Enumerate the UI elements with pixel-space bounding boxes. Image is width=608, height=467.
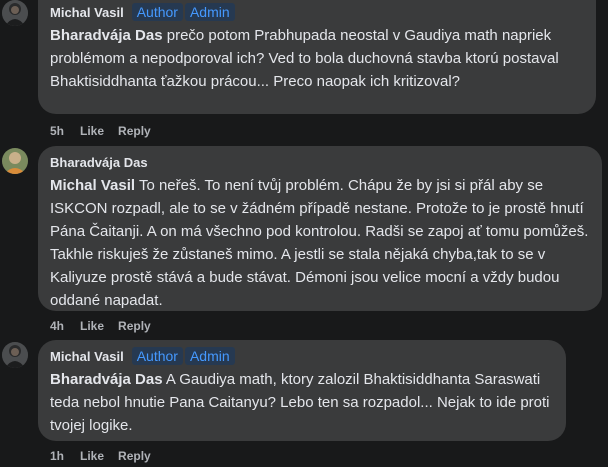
reply-button[interactable]: Reply [118,319,151,333]
admin-badge: Admin [184,3,235,21]
mention-link[interactable]: Bharadvája Das [50,27,163,44]
comment-bubble: Bharadvája Das Michal Vasil To neřeš. To… [38,146,602,311]
comment-thread: Michal Vasil Author Admin Bharadvája Das… [0,0,608,467]
timestamp[interactable]: 1h [50,449,64,463]
author-badge: Author [131,3,183,21]
mention-link[interactable]: Bharadvája Das [50,371,163,388]
author-badge: Author [131,347,183,365]
comment-body: To neřeš. To není tvůj problém. Chápu že… [50,177,589,309]
comment-actions: 4h Like Reply [50,318,165,334]
like-button[interactable]: Like [80,319,104,333]
comment-text: Bharadvája Das A Gaudiya math, ktory zal… [50,368,554,437]
author-name[interactable]: Michal Vasil [50,349,124,364]
comment-text: Michal Vasil To neřeš. To není tvůj prob… [50,174,590,312]
timestamp[interactable]: 4h [50,319,64,333]
author-name[interactable]: Bharadvája Das [50,155,148,170]
timestamp[interactable]: 5h [50,124,64,138]
comment-text: Bharadvája Das prečo potom Prabhupada ne… [50,24,584,93]
comment-actions: 1h Like Reply [50,448,165,464]
avatar-michal-icon [2,342,28,368]
comment-bubble: Michal Vasil Author Admin Bharadvája Das… [38,340,566,441]
admin-badge: Admin [184,347,235,365]
avatar[interactable] [2,0,28,26]
avatar-michal-icon [2,0,28,26]
avatar[interactable] [2,148,28,174]
comment-actions: 5h Like Reply [50,123,165,139]
like-button[interactable]: Like [80,124,104,138]
reply-button[interactable]: Reply [118,449,151,463]
mention-link[interactable]: Michal Vasil [50,177,135,194]
comment-bubble: Michal Vasil Author Admin Bharadvája Das… [38,0,596,114]
avatar[interactable] [2,342,28,368]
like-button[interactable]: Like [80,449,104,463]
author-name[interactable]: Michal Vasil [50,5,124,20]
avatar-bharadvaja-icon [2,148,28,174]
reply-button[interactable]: Reply [118,124,151,138]
